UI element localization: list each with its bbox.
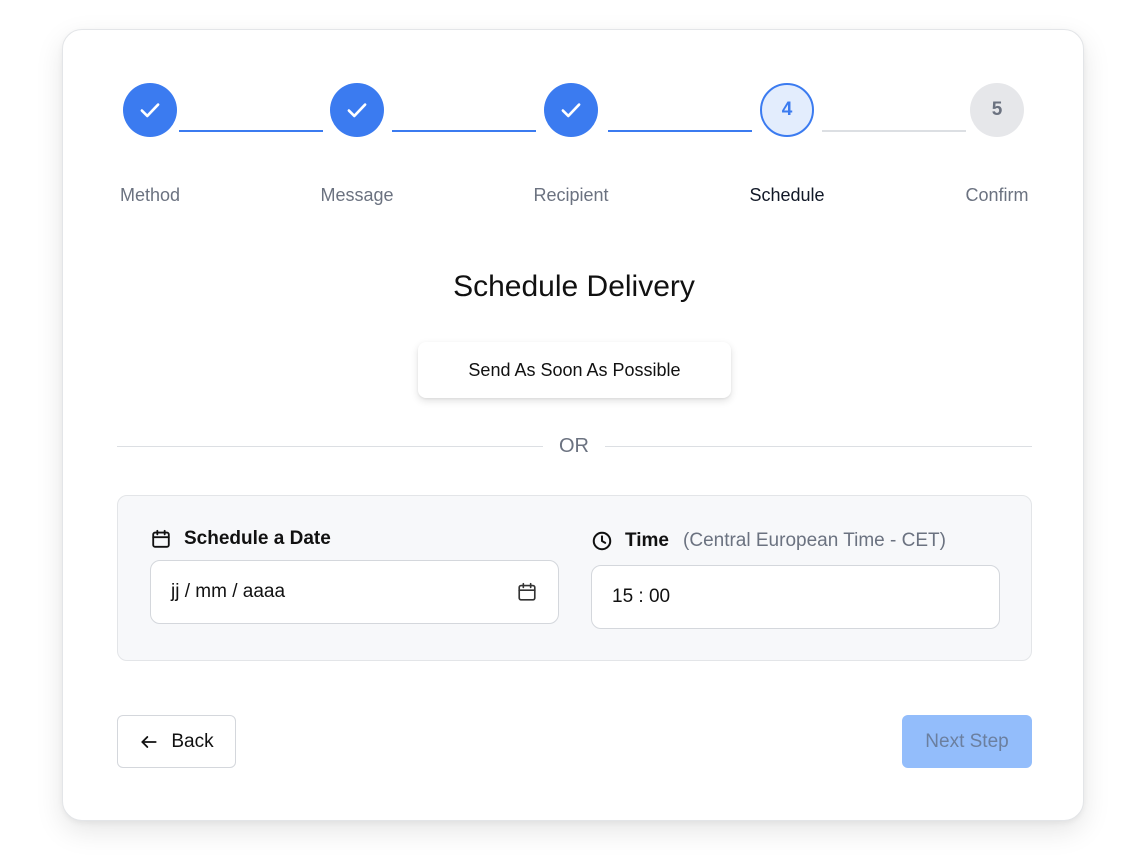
divider-right: [605, 446, 1032, 447]
calendar-picker-icon[interactable]: [516, 581, 538, 603]
step-label-method: Method: [119, 185, 181, 205]
step-connector: [822, 130, 966, 132]
step-confirm-circle: 5: [970, 83, 1024, 137]
calendar-icon: [152, 529, 170, 548]
step-label-schedule: Schedule: [749, 185, 825, 205]
time-field-label: Time (Central European Time - CET): [591, 530, 946, 552]
date-input[interactable]: jj / mm / aaaa: [150, 560, 559, 624]
step-schedule-circle: 4: [760, 83, 814, 137]
step-label-message: Message: [320, 185, 394, 205]
next-step-button[interactable]: Next Step: [902, 715, 1032, 768]
step-label-confirm: Confirm: [965, 185, 1029, 205]
date-label-text: Schedule a Date: [184, 528, 331, 549]
step-number: 5: [991, 99, 1003, 120]
or-separator: OR: [559, 435, 589, 457]
step-connector: [392, 130, 536, 132]
time-input[interactable]: 15 : 00: [591, 565, 1000, 629]
check-icon: [561, 103, 581, 118]
time-input-value: 15 : 00: [612, 586, 671, 607]
step-recipient-circle[interactable]: [544, 83, 598, 137]
step-message-circle[interactable]: [330, 83, 384, 137]
divider-left: [117, 446, 543, 447]
page-title: Schedule Delivery: [453, 270, 695, 303]
step-connector: [179, 130, 323, 132]
date-input-value: jj / mm / aaaa: [171, 581, 286, 602]
send-asap-button[interactable]: Send As Soon As Possible: [418, 342, 731, 398]
step-label-recipient: Recipient: [533, 185, 609, 205]
clock-icon: [592, 531, 612, 551]
time-label-text: Time: [625, 530, 670, 551]
back-button-label: Back: [171, 730, 214, 752]
check-icon: [140, 103, 160, 118]
step-method-circle[interactable]: [123, 83, 177, 137]
step-number: 4: [781, 99, 793, 120]
time-zone-hint: (Central European Time - CET): [683, 530, 946, 551]
step-connector: [608, 130, 752, 132]
check-icon: [347, 103, 367, 118]
arrow-left-icon: [141, 735, 157, 748]
back-button[interactable]: Back: [117, 715, 236, 768]
date-field-label: Schedule a Date: [150, 528, 331, 550]
wizard-card: 4 5 Method Message Recipient Schedule Co…: [62, 29, 1084, 821]
schedule-panel: Schedule a Date jj / mm / aaaa Time (Cen…: [117, 495, 1032, 661]
